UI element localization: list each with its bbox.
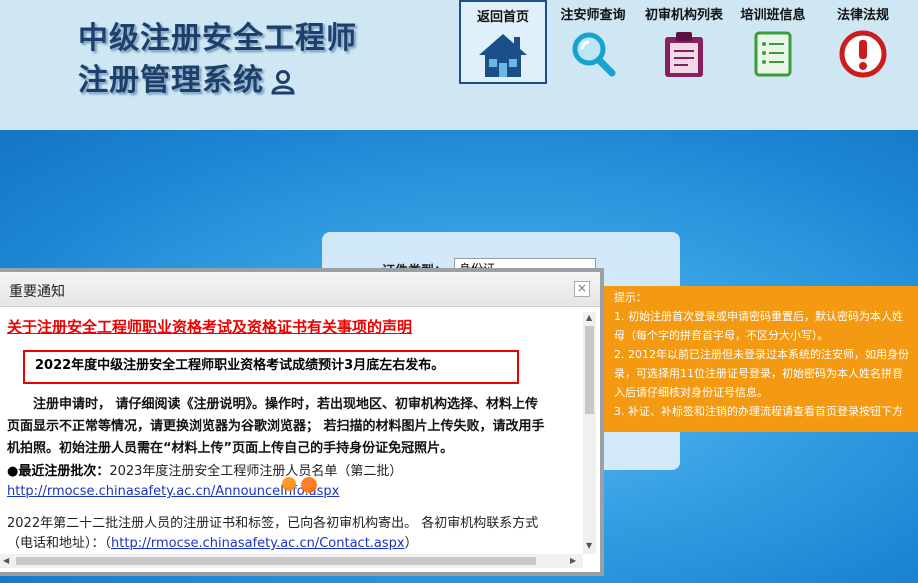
certificate-notice: 2022年第二十二批注册人员的注册证书和标签，已向各初审机构寄出。 各初审机构联… [7, 514, 538, 554]
nav-query[interactable]: 注安师查询 [556, 0, 630, 84]
nav-agencies[interactable]: 初审机构列表 [642, 0, 726, 84]
nav-agencies-label: 初审机构列表 [644, 8, 723, 23]
tip-line: 入后请仔细核对身份证号信息。 [614, 386, 768, 399]
tip-line: 1. 初始注册首次登录或申请密码重置后，默认密码为本人姓 [614, 310, 903, 323]
scroll-right-icon[interactable]: ▶ [570, 556, 576, 565]
modal-header: 重要通知 × [0, 272, 600, 307]
certificate-line: 2022年第二十二批注册人员的注册证书和标签，已向各初审机构寄出。 各初审机构联… [7, 516, 539, 531]
latest-batch: ●最近注册批次：2023年度注册安全工程师注册人员名单（第二批） http://… [7, 462, 402, 502]
scroll-thumb[interactable] [16, 557, 536, 565]
batch-text: 2023年度注册安全工程师注册人员名单（第二批） [109, 464, 403, 479]
tip-line: 3. 补证、补标签和注销的办理流程请查看首页登录按钮下方 [614, 405, 903, 418]
batch-label: ●最近注册批次： [7, 464, 110, 479]
registration-instructions: 注册申请时， 请仔细阅读《注册说明》。操作时，若出现地区、初审机构选择、材料上传… [7, 394, 583, 460]
document-list-icon [754, 31, 792, 77]
contact-suffix: ） [404, 536, 418, 551]
magnifier-icon [572, 32, 616, 77]
cursor-highlight [282, 477, 317, 493]
scroll-thumb[interactable] [585, 326, 594, 414]
declaration-link[interactable]: 关于注册安全工程师职业资格考试及资格证书有关事项的声明 [7, 316, 583, 337]
tip-box: 提示： 1. 初始注册首次登录或申请密码重置后，默认密码为本人姓 母（每个字的拼… [604, 286, 918, 432]
alert-icon [839, 30, 887, 78]
home-icon [479, 34, 527, 77]
nav-laws[interactable]: 法律法规 [826, 0, 900, 84]
scroll-left-icon[interactable]: ◀ [3, 556, 9, 565]
score-notice: 2022年度中级注册安全工程师职业资格考试成绩预计3月底左右发布。 [23, 350, 519, 384]
contact-link[interactable]: http://rmocse.chinasafety.ac.cn/Contact.… [111, 536, 405, 551]
user-icon [271, 69, 295, 94]
close-button[interactable]: × [574, 281, 590, 297]
tip-line: 录，可选择用11位注册证号登录，初始密码为本人姓名拼音 [614, 367, 903, 380]
horizontal-scrollbar[interactable]: ◀ ▶ [0, 554, 583, 568]
tip-title: 提示： [614, 291, 647, 304]
scroll-up-icon[interactable]: ▲ [586, 313, 592, 322]
nav-home-label: 返回首页 [476, 10, 529, 25]
nav-laws-label: 法律法规 [836, 8, 889, 23]
notice-modal: 重要通知 × 关于注册安全工程师职业资格考试及资格证书有关事项的声明 2022年… [0, 268, 604, 576]
nav-training-label: 培训班信息 [740, 8, 806, 23]
tip-line: 母（每个字的拼音首字母，不区分大小写）。 [614, 329, 829, 342]
modal-title: 重要通知 [9, 284, 65, 300]
contact-prefix: （电话和地址）：（ [7, 536, 112, 551]
system-title: 中级注册安全工程师 注册管理系统 [78, 18, 357, 102]
title-line-2: 注册管理系统 [78, 63, 264, 98]
instruction-line: 机拍照。初始注册人员需在“材料上传”页面上传自己的手持身份证免冠照片。 [7, 441, 454, 456]
instruction-line: 页面显示不正常等情况，请更换浏览器为谷歌浏览器； 若扫描的材料图片上传失败，请改… [7, 419, 545, 434]
nav-training[interactable]: 培训班信息 [736, 0, 810, 84]
header: 中级注册安全工程师 注册管理系统 返回首页 注安师查询 初审机构列表 培训班信息 [0, 0, 918, 130]
modal-body: 关于注册安全工程师职业资格考试及资格证书有关事项的声明 2022年度中级注册安全… [7, 316, 583, 554]
scroll-down-icon[interactable]: ▼ [586, 541, 592, 550]
tip-line: 2. 2012年以前已注册但未登录过本系统的注安师，如用身份 [614, 348, 909, 361]
nav-home[interactable]: 返回首页 [459, 0, 547, 84]
nav-query-label: 注安师查询 [560, 8, 626, 23]
instruction-line: 注册申请时， 请仔细阅读《注册说明》。操作时，若出现地区、初审机构选择、材料上传 [33, 397, 539, 412]
title-line-1: 中级注册安全工程师 [78, 21, 357, 56]
clipboard-icon [665, 32, 703, 77]
vertical-scrollbar[interactable]: ▲ ▼ [583, 312, 596, 554]
